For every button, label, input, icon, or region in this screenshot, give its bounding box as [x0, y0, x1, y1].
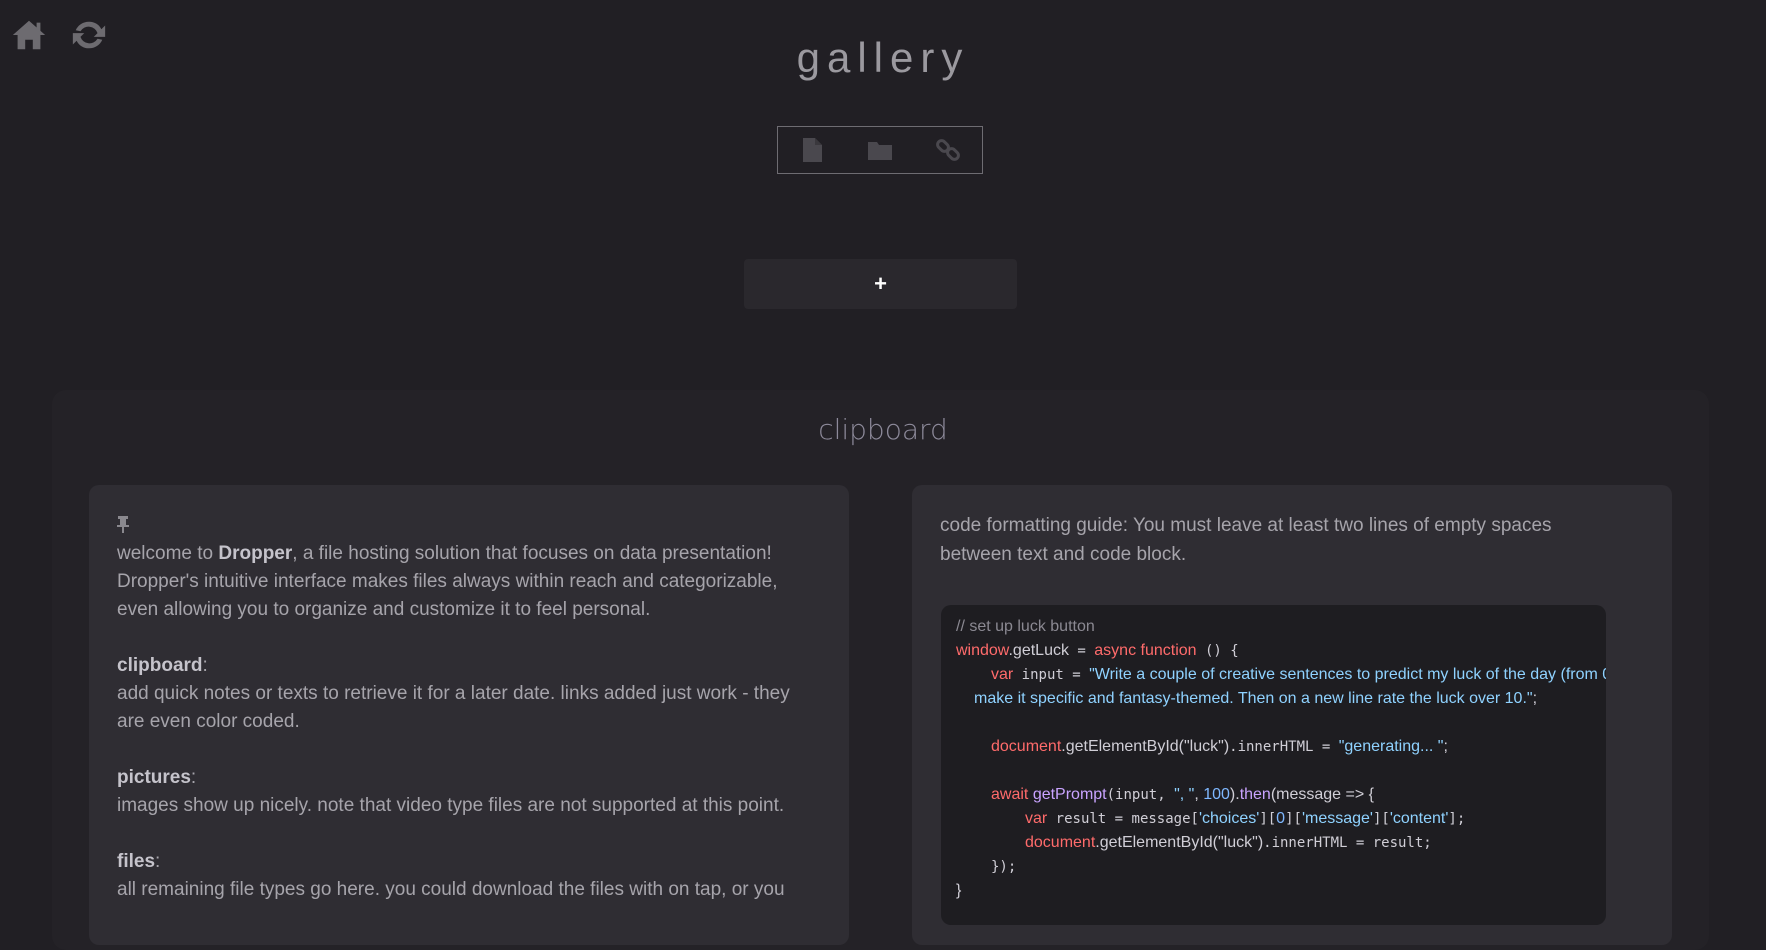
code-token: ][: [1259, 811, 1277, 827]
section-title: clipboard: [117, 655, 203, 676]
code-token: document: [991, 738, 1062, 755]
code-token: input =: [1013, 667, 1090, 683]
code-token: (input,: [1106, 787, 1175, 803]
upload-file-button[interactable]: [795, 133, 829, 167]
code-token: make it specific and fantasy-themed. The…: [974, 690, 1533, 707]
code-line-4: make it specific and fantasy-themed. The…: [974, 687, 1537, 711]
code-line-2: window.getLuck = async function () {: [956, 639, 1239, 663]
code-token: () {: [1196, 643, 1239, 659]
code-token: ;: [1443, 738, 1448, 755]
clipboard-section: clipboard: add quick notes or texts to re…: [117, 655, 790, 732]
add-button[interactable]: +: [744, 259, 1017, 309]
code-token: 'content': [1389, 810, 1449, 827]
code-token: "Write a couple of creative sentences to…: [1089, 666, 1606, 683]
code-token: ][: [1285, 811, 1302, 827]
code-token: ).: [1229, 786, 1240, 803]
upload-folder-button[interactable]: [863, 133, 897, 167]
code-line-8: await getPrompt(input, ", ", 100).then(m…: [991, 783, 1374, 807]
code-token: document: [1025, 834, 1096, 851]
code-line-11: });: [991, 859, 1017, 875]
code-token: .getElementById: [1095, 834, 1213, 851]
code-line-3: var input = "Write a couple of creative …: [991, 663, 1606, 687]
add-link-button[interactable]: [931, 133, 965, 167]
code-token: getPrompt: [1032, 786, 1107, 803]
pin-icon[interactable]: [115, 515, 131, 533]
code-token: function: [1140, 642, 1197, 659]
code-token: var: [991, 666, 1014, 683]
code-token: 0: [1276, 810, 1286, 827]
code-token: ", ": [1174, 786, 1195, 803]
code-token: 100: [1203, 786, 1230, 803]
code-guide-text: code formatting guide: You must leave at…: [940, 515, 1552, 565]
code-token: ];: [1448, 811, 1466, 827]
code-token: "generating... ": [1338, 738, 1444, 755]
code-token: ][: [1372, 811, 1390, 827]
pictures-section: pictures: images show up nicely. note tha…: [117, 767, 785, 816]
code-token: 'message': [1301, 810, 1373, 827]
link-icon: [936, 139, 960, 161]
code-token: result = message[: [1047, 811, 1199, 827]
section-title: files: [117, 851, 156, 872]
code-token: .getLuck: [1008, 642, 1069, 659]
code-line-9: var result = message['choices'][0]['mess…: [1025, 807, 1465, 831]
code-token: then: [1239, 786, 1271, 803]
code-token: await: [991, 786, 1029, 803]
folder-icon: [868, 142, 892, 160]
code-token: ("luck"): [1212, 834, 1264, 851]
code-token: .innerHTML =: [1229, 739, 1339, 755]
code-token: async: [1094, 642, 1137, 659]
upload-button-group: [777, 126, 983, 174]
code-token: (message => {: [1270, 786, 1374, 803]
brand-name: Dropper: [218, 543, 293, 564]
code-token: ;: [1532, 690, 1538, 707]
page-title: gallery: [796, 34, 970, 81]
clipboard-title: clipboard: [818, 413, 948, 446]
code-token: 'choices': [1198, 810, 1260, 827]
code-token: window: [956, 642, 1009, 659]
code-token: .innerHTML = result;: [1263, 835, 1432, 851]
section-title: pictures: [117, 767, 191, 788]
code-block: // set up luck button window.getLuck = a…: [941, 605, 1606, 925]
intro-paragraph: welcome to Dropper, a file hosting solut…: [117, 540, 817, 624]
section-body: add quick notes or texts to retrieve it …: [117, 683, 790, 732]
code-comment: // set up luck button: [956, 618, 1095, 635]
section-body: all remaining file types go here. you co…: [117, 879, 785, 900]
intro-prefix: welcome to: [117, 543, 219, 564]
welcome-note-text: welcome to Dropper, a file hosting solut…: [117, 540, 817, 932]
file-icon: [803, 138, 822, 162]
code-line-10: document.getElementById("luck").innerHTM…: [1025, 831, 1432, 855]
code-token: ("luck"): [1178, 738, 1230, 755]
code-line-12: }: [956, 882, 962, 899]
section-body: images show up nicely. note that video t…: [117, 795, 785, 816]
files-section: files: all remaining file types go here. …: [117, 851, 785, 900]
code-token: .getElementById: [1061, 738, 1179, 755]
code-token: ,: [1194, 786, 1204, 803]
code-token: =: [1068, 643, 1095, 659]
code-token: var: [1025, 810, 1048, 827]
code-line-6: document.getElementById("luck").innerHTM…: [991, 735, 1448, 759]
